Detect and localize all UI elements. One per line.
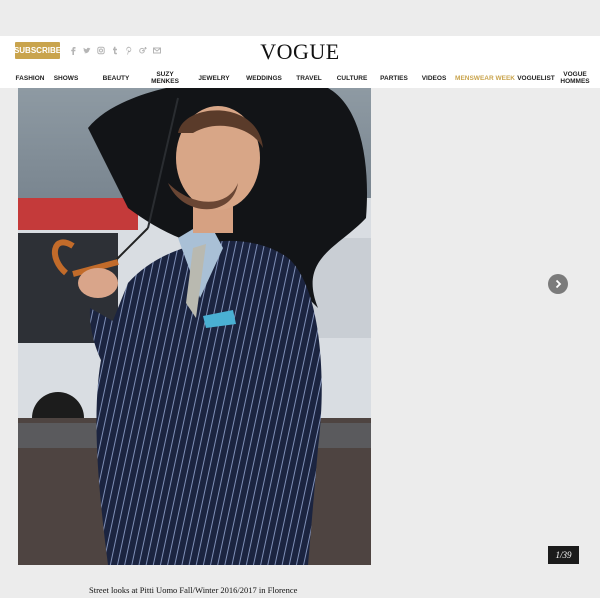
nav-culture[interactable]: CULTURE: [334, 68, 370, 88]
slide-counter: 1/39: [548, 546, 579, 564]
nav-videos[interactable]: VIDEOS: [419, 68, 449, 88]
nav-shows[interactable]: SHOWS: [50, 68, 82, 88]
nav-travel[interactable]: TRAVEL: [293, 68, 325, 88]
site-logo[interactable]: VOGUE: [0, 39, 600, 65]
nav-beauty[interactable]: BEAUTY: [99, 68, 133, 88]
nav-voguelist[interactable]: VOGUELIST: [517, 68, 555, 88]
street-style-photo: [18, 88, 371, 565]
nav-suzy-menkes[interactable]: SUZY MENKES: [148, 68, 182, 88]
top-spacer: [0, 0, 600, 36]
nav-fashion[interactable]: FASHION: [12, 68, 48, 88]
chevron-right-icon: [555, 279, 562, 289]
gallery-photo[interactable]: [18, 88, 371, 565]
main-nav: FASHION SHOWS BEAUTY SUZY MENKES JEWELRY…: [0, 68, 600, 88]
next-slide-button[interactable]: [548, 274, 568, 294]
site-header: SUBSCRIBE VOGUE FASHION SHOWS BEAUTY SUZ…: [0, 36, 600, 88]
photo-caption: Street looks at Pitti Uomo Fall/Winter 2…: [89, 585, 298, 595]
nav-vogue-hommes[interactable]: VOGUE HOMMES: [558, 68, 592, 88]
nav-parties[interactable]: PARTIES: [377, 68, 411, 88]
nav-menswear-week[interactable]: MENSWEAR WEEK: [455, 68, 515, 88]
nav-weddings[interactable]: WEDDINGS: [244, 68, 284, 88]
nav-jewelry[interactable]: JEWELRY: [195, 68, 233, 88]
